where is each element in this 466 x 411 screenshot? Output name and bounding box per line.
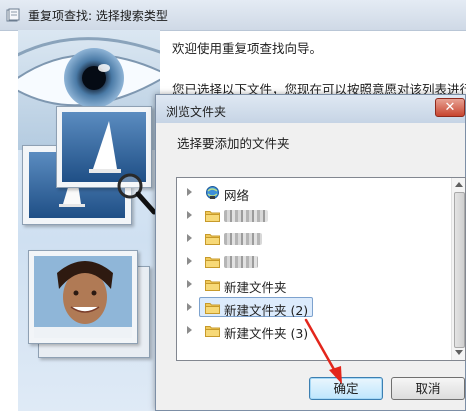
- expand-arrow-icon[interactable]: [187, 234, 192, 242]
- tree-item-box[interactable]: [199, 205, 279, 225]
- tree-item[interactable]: [177, 251, 452, 271]
- expand-arrow-icon[interactable]: [187, 257, 192, 265]
- folder-icon: [205, 280, 220, 291]
- tree-item[interactable]: 新建文件夹 (3): [177, 320, 452, 341]
- tree-item[interactable]: [177, 228, 452, 248]
- folder-icon: [205, 303, 220, 314]
- scroll-down-icon[interactable]: [455, 350, 463, 355]
- magnifier-icon: [117, 173, 157, 215]
- tree-item[interactable]: 新建文件夹: [177, 274, 452, 295]
- tree-item-label: 新建文件夹: [224, 280, 287, 295]
- ok-button[interactable]: 确定: [309, 377, 383, 400]
- folder-tree[interactable]: 网络新建文件夹新建文件夹 (2) 新建文件夹 (3): [176, 177, 466, 361]
- redacted-folder-name: [224, 233, 262, 245]
- tree-item[interactable]: [177, 205, 452, 225]
- dialog-title-bar[interactable]: 浏览文件夹 ✕: [156, 95, 465, 123]
- tree-item-box[interactable]: 新建文件夹 (2): [199, 297, 314, 318]
- wizard-title: 重复项查找: 选择搜索类型: [28, 9, 168, 23]
- expand-arrow-icon[interactable]: [187, 211, 192, 219]
- tree-item-box[interactable]: 新建文件夹: [199, 274, 292, 295]
- wizard-title-bar: 重复项查找: 选择搜索类型: [0, 0, 466, 31]
- cancel-button[interactable]: 取消: [391, 377, 465, 400]
- folder-icon: [205, 257, 220, 268]
- folder-icon: [205, 326, 220, 337]
- network-icon: [206, 186, 219, 199]
- wizard-side-illustration: [18, 30, 160, 411]
- tree-item-box[interactable]: [199, 228, 279, 248]
- tree-item-box[interactable]: 网络: [199, 182, 254, 203]
- expand-arrow-icon[interactable]: [187, 303, 192, 311]
- expand-arrow-icon[interactable]: [187, 280, 192, 288]
- dialog-title: 浏览文件夹: [166, 105, 227, 119]
- tree-item-label: 新建文件夹 (3): [224, 326, 309, 341]
- tree-item-label: 新建文件夹 (2): [224, 303, 309, 318]
- redacted-folder-name: [224, 256, 258, 268]
- close-button[interactable]: ✕: [435, 98, 465, 117]
- scroll-up-icon[interactable]: [455, 182, 463, 187]
- folder-icon: [205, 234, 220, 245]
- tree-item-label: 网络: [224, 188, 250, 203]
- folder-icon: [205, 211, 220, 222]
- close-icon: ✕: [444, 100, 456, 115]
- tree-item[interactable]: 新建文件夹 (2): [177, 297, 452, 318]
- portrait-photo: [28, 250, 138, 344]
- app-icon: [6, 8, 20, 22]
- tree-item[interactable]: 网络: [177, 182, 452, 203]
- tree-item-box[interactable]: [199, 251, 279, 271]
- dialog-instruction: 选择要添加的文件夹: [177, 136, 290, 151]
- redacted-folder-name: [224, 210, 268, 222]
- welcome-message: 欢迎使用重复项查找向导。: [172, 41, 323, 56]
- expand-arrow-icon[interactable]: [187, 326, 192, 334]
- tree-item-box[interactable]: 新建文件夹 (3): [199, 320, 313, 341]
- tree-scrollbar[interactable]: [451, 178, 465, 360]
- expand-arrow-icon[interactable]: [187, 188, 192, 196]
- browse-folder-dialog: 浏览文件夹 ✕ 选择要添加的文件夹 网络新建文件夹新建文件夹 (2) 新建文件夹 …: [155, 94, 466, 411]
- scrollbar-thumb[interactable]: [454, 192, 465, 348]
